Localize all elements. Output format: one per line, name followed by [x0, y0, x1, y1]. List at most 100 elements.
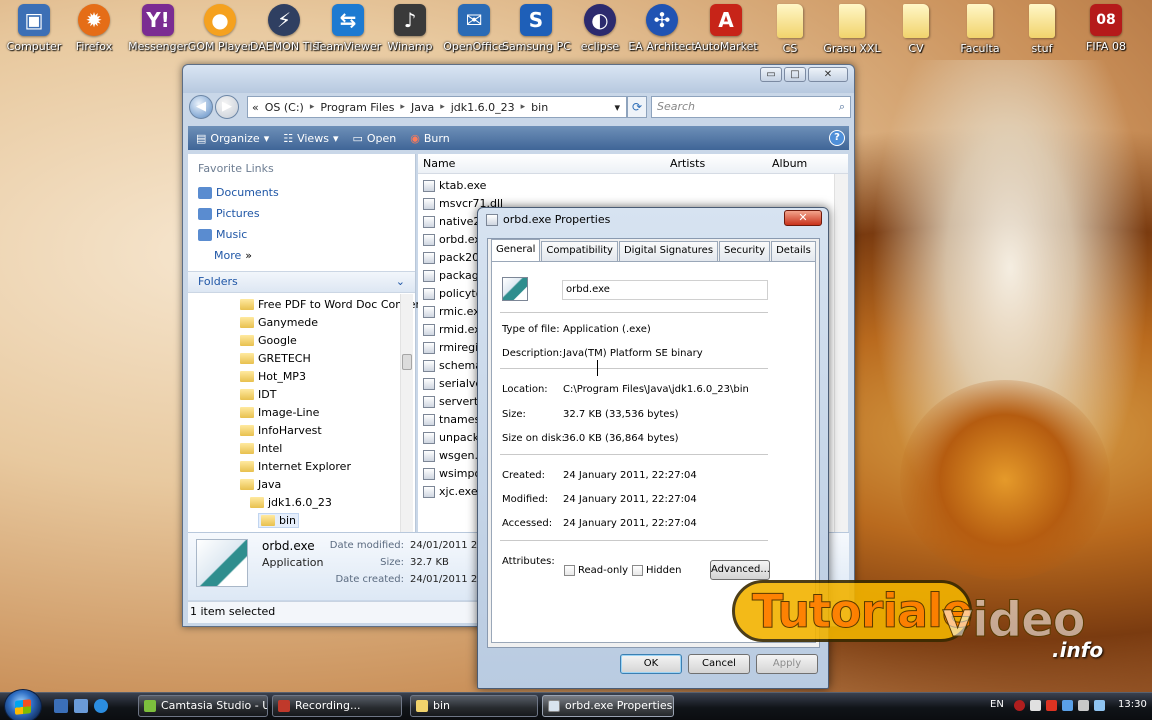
views-button[interactable]: ☷ Views ▾ [283, 132, 338, 145]
switch-windows-icon[interactable] [74, 699, 88, 713]
desktop-icon-cs[interactable]: CS [756, 2, 824, 60]
favorite-more[interactable]: More» [214, 249, 252, 262]
open-button[interactable]: ▭ Open [352, 132, 396, 145]
taskbar-button-bin[interactable]: bin [410, 695, 538, 717]
tree-folder[interactable]: Google [240, 334, 297, 347]
folders-header[interactable]: Folders ⌄ [188, 271, 415, 293]
tab-compatibility[interactable]: Compatibility [541, 241, 618, 261]
show-desktop-icon[interactable] [54, 699, 68, 713]
desktop-icon-computer[interactable]: ▣ Computer [0, 2, 68, 60]
tree-folder[interactable]: Image-Line [240, 406, 319, 419]
desktop-icon-fifa-08[interactable]: 08 FIFA 08 [1072, 2, 1140, 60]
tab-details[interactable]: Details [771, 241, 816, 261]
file-item[interactable]: policyto [423, 287, 482, 300]
search-input[interactable]: Search ⌕ [651, 96, 851, 118]
forward-button[interactable]: ▶ [215, 95, 239, 119]
desktop-icon-stuf[interactable]: stuf [1008, 2, 1076, 60]
desktop-icon-samsung-pc[interactable]: S Samsung PC [502, 2, 571, 60]
tray-icon[interactable] [1046, 700, 1057, 711]
breadcrumb-jdk[interactable]: jdk1.6.0_23 [451, 101, 515, 114]
maximize-button[interactable]: □ [784, 67, 806, 82]
breadcrumb-bin[interactable]: bin [531, 101, 548, 114]
breadcrumb-separator[interactable]: ▸ [521, 102, 526, 112]
network-tray-icon[interactable] [1062, 700, 1073, 711]
desktop-icon-cv[interactable]: CV [882, 2, 950, 60]
desktop-icon-grasu-xxl[interactable]: Grasu XXL [818, 2, 886, 60]
close-button[interactable]: ✕ [808, 67, 848, 82]
breadcrumb-separator[interactable]: ▸ [440, 102, 445, 112]
explorer-titlebar[interactable]: ▭ □ ✕ [183, 65, 854, 93]
refresh-button[interactable]: ⟳ [627, 96, 647, 118]
breadcrumb-separator[interactable]: ▸ [310, 102, 315, 112]
address-dropdown-icon[interactable]: ▾ [614, 101, 620, 114]
desktop-icon-openoffice[interactable]: ✉ OpenOffice [440, 2, 508, 60]
desktop-icon-firefox[interactable]: ✹ Firefox [60, 2, 128, 60]
desktop-icon-messenger[interactable]: Y! Messenger [124, 2, 192, 60]
favorite-documents[interactable]: Documents [198, 186, 279, 199]
address-prefix[interactable]: « [252, 101, 259, 114]
desktop-icon-faculta[interactable]: Faculta [946, 2, 1014, 60]
language-indicator[interactable]: EN [990, 699, 1004, 710]
tray-icon[interactable] [1030, 700, 1041, 711]
file-item[interactable]: xjc.exe [423, 485, 478, 498]
breadcrumb-program-files[interactable]: Program Files [320, 101, 394, 114]
column-album[interactable]: Album [772, 157, 807, 170]
desktop-icon-gom-player[interactable]: ● GOM Player [186, 2, 254, 60]
hidden-checkbox[interactable]: Hidden [632, 565, 681, 576]
desktop-icon-ea-architect[interactable]: ✣ EA Architect [628, 2, 696, 60]
ok-button[interactable]: OK [620, 654, 682, 674]
clock[interactable]: 13:30 [1118, 699, 1147, 710]
internet-explorer-icon[interactable] [94, 699, 108, 713]
tab-security[interactable]: Security [719, 241, 771, 261]
favorite-music[interactable]: Music [198, 228, 247, 241]
tab-general[interactable]: General [491, 239, 541, 261]
tree-folder[interactable]: GRETECH [240, 352, 311, 365]
column-name[interactable]: Name [423, 157, 455, 170]
desktop-icon-eclipse[interactable]: ◐ eclipse [566, 2, 634, 60]
help-button[interactable]: ? [829, 130, 845, 146]
tree-folder[interactable]: Internet Explorer [240, 460, 351, 473]
breadcrumb-separator[interactable]: ▸ [400, 102, 405, 112]
taskbar-button-properties[interactable]: orbd.exe Properties [542, 695, 674, 717]
tree-folder[interactable]: IDT [240, 388, 276, 401]
tree-folder[interactable]: Intel [240, 442, 282, 455]
back-button[interactable]: ◀ [189, 95, 213, 119]
tree-folder[interactable]: jdk1.6.0_23 [250, 496, 332, 509]
advanced-button[interactable]: Advanced... [710, 560, 770, 580]
burn-button[interactable]: ◉ Burn [410, 132, 449, 145]
tab-digital-signatures[interactable]: Digital Signatures [618, 241, 719, 261]
desktop-icon-daemon-tools[interactable]: ⚡ DAEMON Tls [250, 2, 318, 60]
checkbox-box[interactable] [632, 565, 643, 576]
checkbox-box[interactable] [564, 565, 575, 576]
address-bar[interactable]: « OS (C:) ▸ Program Files ▸ Java ▸ jdk1.… [247, 96, 627, 118]
dialog-close-button[interactable]: ✕ [784, 210, 822, 226]
filelist-scrollbar[interactable] [834, 174, 848, 578]
taskbar-button-recording[interactable]: Recording... [272, 695, 402, 717]
tree-folder-selected[interactable]: bin [258, 513, 300, 528]
taskbar-button-camtasia[interactable]: Camtasia Studio - U... [138, 695, 268, 717]
power-tray-icon[interactable] [1094, 700, 1105, 711]
organize-button[interactable]: ▤ Organize ▾ [196, 132, 269, 145]
dialog-titlebar[interactable]: orbd.exe Properties [486, 213, 610, 226]
desktop-icon-winamp[interactable]: ♪ Winamp [376, 2, 444, 60]
column-artists[interactable]: Artists [670, 157, 705, 170]
filename-field[interactable]: orbd.exe [562, 280, 768, 300]
search-icon[interactable]: ⌕ [839, 97, 845, 117]
volume-tray-icon[interactable] [1078, 700, 1089, 711]
tree-folder[interactable]: Java [240, 478, 281, 491]
desktop-icon-teamviewer[interactable]: ⇆ TeamViewer [314, 2, 382, 60]
file-item[interactable]: ktab.exe [423, 179, 486, 192]
scrollbar-thumb[interactable] [402, 354, 412, 370]
tree-folder[interactable]: Hot_MP3 [240, 370, 306, 383]
minimize-button[interactable]: ▭ [760, 67, 782, 82]
readonly-checkbox[interactable]: Read-only [564, 565, 628, 576]
tree-folder[interactable]: InfoHarvest [240, 424, 322, 437]
breadcrumb-java[interactable]: Java [411, 101, 434, 114]
desktop-icon-automarket[interactable]: A AutoMarket [692, 2, 760, 60]
tree-folder[interactable]: Ganymede [240, 316, 318, 329]
favorite-pictures[interactable]: Pictures [198, 207, 260, 220]
antivirus-tray-icon[interactable] [1014, 700, 1025, 711]
start-button[interactable] [4, 689, 42, 720]
file-item[interactable]: wsgen.e [423, 449, 485, 462]
breadcrumb-os-c[interactable]: OS (C:) [265, 101, 304, 114]
